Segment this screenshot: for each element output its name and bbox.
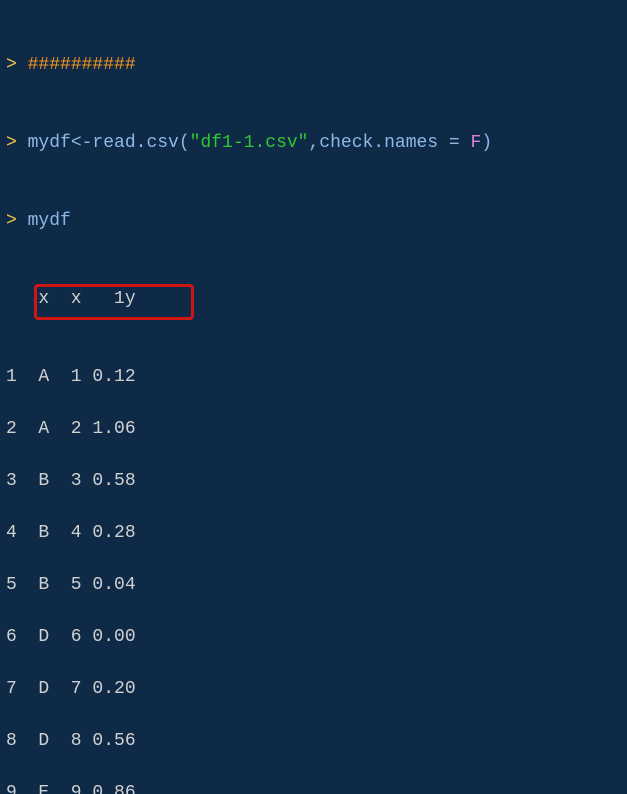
output-row: 8 D 8 0.56 <box>6 728 621 754</box>
line-header1: x x 1y <box>6 286 621 312</box>
output-text: 7 D 7 0.20 <box>6 679 136 699</box>
prompt-symbol: > <box>6 211 17 231</box>
output-text: 3 B 3 0.58 <box>6 471 136 491</box>
output-row: 6 D 6 0.00 <box>6 624 621 650</box>
logical-text: F <box>471 133 482 153</box>
code-text: mydf<-read.csv( <box>28 133 190 153</box>
r-console[interactable]: > ########## > mydf<-read.csv("df1-1.csv… <box>0 0 627 794</box>
comment-text: ########## <box>28 55 136 75</box>
output-row: 9 E 9 0.86 <box>6 780 621 794</box>
output-text: 9 E 9 0.86 <box>6 783 136 794</box>
output-text: 2 A 2 1.06 <box>6 419 136 439</box>
output-text: 4 B 4 0.28 <box>6 523 136 543</box>
prompt-symbol: > <box>6 133 17 153</box>
output-row: 4 B 4 0.28 <box>6 520 621 546</box>
output-text: 6 D 6 0.00 <box>6 627 136 647</box>
line-cmd2: > mydf <box>6 208 621 234</box>
output-text: x x 1y <box>6 289 136 309</box>
output-row: 1 A 1 0.12 <box>6 364 621 390</box>
output-row: 7 D 7 0.20 <box>6 676 621 702</box>
line-hash1: > ########## <box>6 52 621 78</box>
output-text: 8 D 8 0.56 <box>6 731 136 751</box>
code-text: mydf <box>28 211 71 231</box>
line-cmd1: > mydf<-read.csv("df1-1.csv",check.names… <box>6 130 621 156</box>
output-text: 1 A 1 0.12 <box>6 367 136 387</box>
code-text: ,check.names = <box>308 133 470 153</box>
output-text: 5 B 5 0.04 <box>6 575 136 595</box>
output-row: 2 A 2 1.06 <box>6 416 621 442</box>
output-row: 3 B 3 0.58 <box>6 468 621 494</box>
string-text: "df1-1.csv" <box>190 133 309 153</box>
prompt-symbol: > <box>6 55 17 75</box>
code-text: ) <box>481 133 492 153</box>
output-row: 5 B 5 0.04 <box>6 572 621 598</box>
